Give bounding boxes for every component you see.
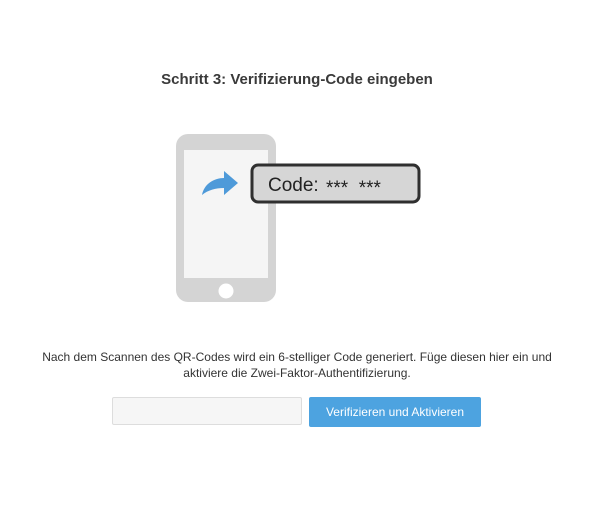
code-badge-mask: *** ***	[326, 178, 382, 199]
phone-code-illustration: Code: *** ***	[176, 134, 421, 302]
smartphone-icon	[176, 134, 276, 302]
step-title: Schritt 3: Verifizierung-Code eingeben	[161, 71, 433, 88]
instructions-text: Nach dem Scannen des QR-Codes wird ein 6…	[42, 350, 552, 380]
code-badge-label: Code:	[268, 175, 319, 196]
verify-activate-button[interactable]: Verifizieren und Aktivieren	[309, 397, 481, 427]
code-badge: Code: *** ***	[250, 163, 421, 204]
verification-code-input[interactable]	[112, 397, 302, 425]
